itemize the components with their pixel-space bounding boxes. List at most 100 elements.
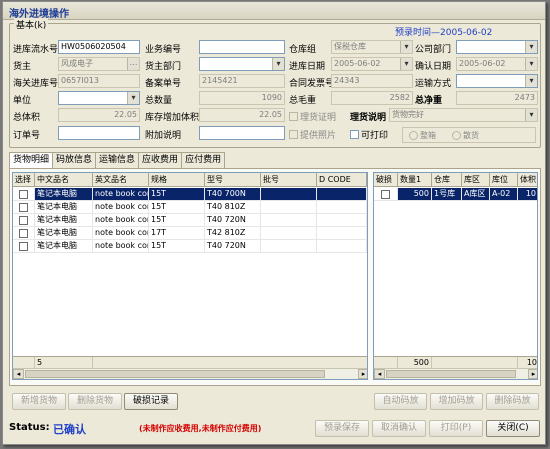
scroll-thumb[interactable]: [386, 370, 516, 378]
cell-cn-name: 笔记本电脑: [35, 201, 93, 214]
goods-grid-hscroll[interactable]: ◂ ▸: [13, 368, 367, 379]
owner-label: 货主: [13, 62, 32, 72]
printable-label: 可打印: [361, 131, 389, 141]
table-row[interactable]: 笔记本电脑 note book comp 15T T40 720N: [13, 214, 367, 227]
main-window: 海外进境操作 基本(k) 预录时间—2005-06-02 进库流水号 HW050…: [2, 1, 546, 445]
total-qty-field[interactable]: 1090: [199, 91, 285, 105]
col-qty1[interactable]: 数量1: [398, 173, 432, 187]
unit-label: 单位: [13, 96, 32, 106]
entry-no-field[interactable]: HW0506020504: [58, 40, 140, 54]
tally-cert-checkbox[interactable]: 理货证明: [289, 110, 336, 123]
col-dcode[interactable]: D CODE: [317, 173, 367, 187]
tab-stack-info[interactable]: 码放信息: [52, 152, 97, 168]
col-model[interactable]: 型号: [205, 173, 261, 187]
print-button[interactable]: 打印(P): [429, 420, 483, 437]
col-zone[interactable]: 库区: [462, 173, 490, 187]
add-goods-button[interactable]: 新增货物: [12, 393, 66, 410]
confirm-date-picker[interactable]: 2005-06-02: [456, 57, 538, 71]
scroll-thumb[interactable]: [25, 370, 325, 378]
col-select[interactable]: 选择: [13, 173, 35, 187]
cell-location: A-02: [490, 188, 518, 201]
checkbox[interactable]: [381, 189, 390, 199]
tab-receivable[interactable]: 应收费用: [138, 152, 183, 168]
col-damage[interactable]: 破损: [374, 173, 398, 187]
scroll-right-icon[interactable]: ▸: [358, 369, 367, 379]
auto-stack-button[interactable]: 自动码放: [374, 393, 427, 410]
scroll-left-icon[interactable]: ◂: [374, 369, 385, 379]
cell-dcode: [317, 240, 367, 253]
order-no-field[interactable]: [58, 126, 140, 140]
checkbox[interactable]: [19, 189, 28, 199]
record-no-field[interactable]: 2145421: [199, 74, 285, 88]
cancel-confirm-button[interactable]: 取消确认: [372, 420, 426, 437]
cell-qty1: 500: [398, 188, 432, 201]
col-location[interactable]: 库位: [490, 173, 518, 187]
biz-no-field[interactable]: [199, 40, 285, 54]
table-row[interactable]: 500 1号库 A库区 A-02 10: [374, 188, 537, 201]
cell-spec: 17T: [149, 227, 205, 240]
total-net-field[interactable]: 2473: [456, 91, 538, 105]
company-dept-label: 公司部门: [415, 45, 452, 55]
col-batch[interactable]: 批号: [261, 173, 317, 187]
transport-mode-select[interactable]: [456, 74, 538, 88]
extra-note-field[interactable]: [199, 126, 285, 140]
order-no-label: 订单号: [13, 131, 41, 141]
row-select-cell[interactable]: [13, 201, 35, 214]
radio-whole[interactable]: 整箱: [409, 130, 436, 141]
printable-checkbox[interactable]: 可打印: [350, 128, 388, 141]
checkbox[interactable]: [19, 202, 28, 212]
radio-loose[interactable]: 散货: [452, 130, 479, 141]
checkbox[interactable]: [19, 228, 28, 238]
col-cn-name[interactable]: 中文品名: [35, 173, 93, 187]
col-spec[interactable]: 规格: [149, 173, 205, 187]
scroll-left-icon[interactable]: ◂: [13, 369, 24, 379]
owner-dept-label: 货主部门: [145, 62, 182, 72]
delete-stack-button[interactable]: 删除码放: [486, 393, 539, 410]
owner-lookup-icon[interactable]: …: [127, 58, 139, 70]
tab-transport-info[interactable]: 运输信息: [95, 152, 140, 168]
tab-goods-detail[interactable]: 货物明细: [9, 152, 54, 169]
checkbox[interactable]: [19, 241, 28, 251]
warehouse-group-select[interactable]: 保税仓库: [331, 40, 413, 54]
loss-grid-header: 破损 数量1 仓库 库区 库位 体积: [374, 173, 537, 187]
owner-field[interactable]: 风成电子…: [58, 57, 140, 71]
total-volume-field[interactable]: 22.05: [58, 108, 140, 122]
damage-record-button[interactable]: 破损记录: [124, 393, 178, 410]
scroll-right-icon[interactable]: ▸: [528, 369, 537, 379]
owner-dept-select[interactable]: [199, 57, 285, 71]
unit-select[interactable]: [58, 91, 140, 105]
customs-entry-no-field[interactable]: 0657I013: [58, 74, 140, 88]
tab-payable[interactable]: 应付费用: [181, 152, 226, 168]
stock-added-volume-field[interactable]: 22.05: [199, 108, 285, 122]
col-warehouse[interactable]: 仓库: [432, 173, 462, 187]
table-row[interactable]: 笔记本电脑 note book comp 15T T40 720N: [13, 240, 367, 253]
row-damage-cell[interactable]: [374, 188, 398, 201]
row-select-cell[interactable]: [13, 240, 35, 253]
row-select-cell[interactable]: [13, 188, 35, 201]
total-gross-field[interactable]: 2582: [331, 91, 413, 105]
col-volume[interactable]: 体积: [518, 173, 537, 187]
row-select-cell[interactable]: [13, 214, 35, 227]
total-volume-label: 总体积: [13, 113, 41, 123]
close-button[interactable]: 关闭(C): [486, 420, 540, 437]
row-select-cell[interactable]: [13, 227, 35, 240]
tally-desc-select[interactable]: 货物完好: [389, 108, 538, 122]
entry-date-label: 进库日期: [289, 62, 326, 72]
loss-grid-hscroll[interactable]: ◂ ▸: [374, 368, 537, 379]
contract-invoice-field[interactable]: 24343: [331, 74, 413, 88]
company-dept-select[interactable]: [456, 40, 538, 54]
table-row[interactable]: 笔记本电脑 note book comp 17T T42 810Z: [13, 227, 367, 240]
delete-goods-button[interactable]: 删除货物: [68, 393, 122, 410]
confirm-date-label: 确认日期: [415, 62, 452, 72]
photo-checkbox[interactable]: 提供照片: [289, 128, 336, 141]
add-stack-button[interactable]: 增加码放: [430, 393, 483, 410]
contract-invoice-label: 合同发票号: [289, 79, 335, 89]
pre-save-button[interactable]: 预录保存: [315, 420, 369, 437]
table-row[interactable]: 笔记本电脑 note book comp 15T T40 810Z: [13, 201, 367, 214]
entry-date-picker[interactable]: 2005-06-02: [331, 57, 413, 71]
col-en-name[interactable]: 英文品名: [93, 173, 149, 187]
stock-added-volume-label: 库存增加体积: [145, 113, 200, 123]
checkbox[interactable]: [19, 215, 28, 225]
customs-entry-no-label: 海关进库号: [13, 79, 59, 89]
table-row[interactable]: 笔记本电脑 note book comp 15T T40 700N: [13, 188, 367, 201]
